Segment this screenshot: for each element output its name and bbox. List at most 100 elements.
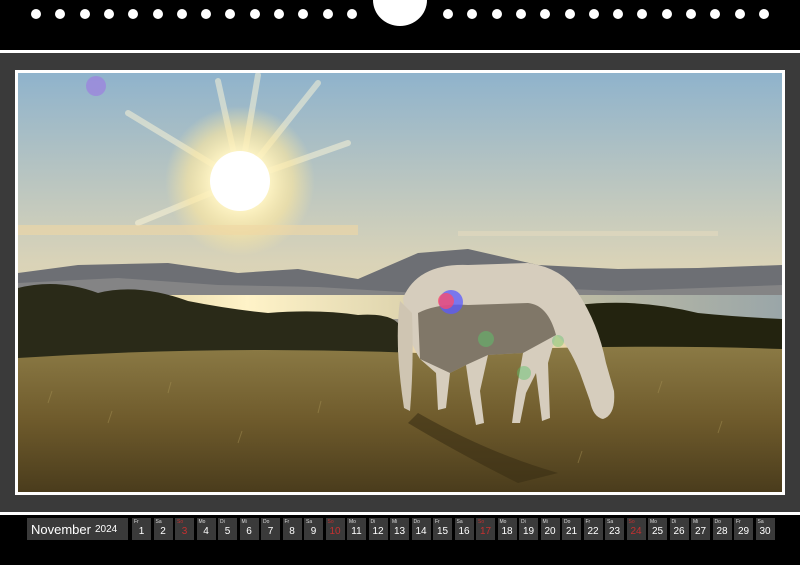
photo-frame: [15, 70, 785, 495]
weekday-label: Mo: [198, 519, 206, 525]
day-cell: Sa 16: [454, 518, 474, 540]
weekday-label: Di: [671, 519, 677, 525]
weekday-label: Mo: [499, 519, 507, 525]
day-number: 27: [694, 526, 707, 537]
weekday-label: Sa: [607, 519, 614, 525]
day-number: 20: [544, 526, 556, 537]
day-number: 1: [138, 526, 145, 537]
day-cell: So 3: [175, 518, 194, 540]
binding-hole: [322, 9, 333, 19]
weekday-label: So: [628, 519, 635, 525]
day-number: 4: [203, 526, 209, 537]
weekday-label: So: [177, 519, 184, 525]
binding-hole: [55, 9, 66, 19]
binding-hole: [176, 9, 187, 19]
day-cell: Do 14: [411, 518, 431, 540]
day-number: 30: [759, 526, 771, 537]
month-label: November 2024: [27, 518, 128, 540]
day-number: 10: [329, 526, 341, 537]
binding-hole: [128, 9, 139, 19]
day-cell: Mo 18: [497, 518, 517, 540]
weekday-label: Mo: [650, 519, 657, 525]
day-cell: Do 28: [712, 518, 732, 540]
weekday-label: Mo: [349, 519, 356, 525]
weekday-label: Do: [564, 519, 571, 525]
weekday-label: Sa: [757, 519, 764, 525]
day-cell: Do 7: [261, 518, 280, 540]
day-number: 28: [716, 526, 728, 537]
weekday-label: Do: [263, 519, 270, 525]
day-number: 23: [608, 526, 621, 537]
day-cell: So 17: [476, 518, 495, 540]
day-cell: Di 12: [368, 518, 388, 540]
weekday-label: Fr: [284, 519, 290, 525]
calendar-strip: November 2024 Fr 1 Sa 2 So 3 Mo 4 Di 5 Mi 6 Do 7 Fr 8 Sa…: [0, 515, 800, 565]
day-number: 19: [522, 526, 535, 537]
day-number: 9: [310, 526, 317, 537]
binding-hole: [31, 9, 41, 19]
day-number: 13: [393, 526, 406, 537]
day-number: 21: [565, 526, 578, 537]
binding-hole: [249, 9, 260, 19]
binding-hole: [467, 9, 478, 19]
binding-hole: [540, 9, 551, 19]
day-number: 17: [479, 526, 492, 537]
weekday-label: Mi: [241, 519, 247, 525]
binding-hole: [225, 9, 236, 19]
weekday-label: Fr: [736, 519, 741, 525]
day-number: 7: [267, 526, 274, 537]
day-cell: Mi 27: [691, 518, 710, 540]
landscape-illustration: [18, 73, 782, 492]
binding-hole: [710, 9, 721, 19]
binding-hole: [79, 9, 90, 19]
day-cell: Mo 25: [648, 518, 667, 540]
month-name: November: [31, 521, 91, 537]
day-cell: Fr 1: [132, 518, 151, 540]
day-number: 5: [224, 526, 231, 537]
day-cell: Sa 9: [304, 518, 323, 540]
weekday-label: So: [478, 519, 485, 525]
binding-strip: [0, 0, 800, 50]
weekday-label: Fr: [435, 519, 440, 525]
day-cell: Do 21: [562, 518, 581, 540]
weekday-label: Mi: [693, 519, 699, 525]
binding-hole: [346, 9, 357, 19]
weekday-label: Di: [521, 519, 526, 525]
day-number: 18: [501, 526, 513, 537]
day-cell: Fr 15: [433, 518, 452, 540]
weekday-label: Di: [370, 519, 376, 525]
day-number: 16: [458, 526, 470, 537]
day-cell: Di 19: [519, 518, 538, 540]
weekday-label: So: [327, 519, 334, 525]
month-year: 2024: [94, 523, 118, 535]
day-cell: Di 26: [669, 518, 689, 540]
binding-hole: [298, 9, 309, 19]
photo-grazing-horse-sunrise: [18, 73, 782, 492]
binding-hole: [686, 9, 696, 19]
binding-hole: [103, 9, 114, 19]
binding-hole: [491, 9, 502, 19]
weekday-label: Do: [714, 519, 721, 525]
hanger-hole: [373, 0, 427, 26]
binding-hole: [588, 9, 599, 19]
binding-hole: [758, 9, 769, 19]
day-number: 8: [289, 526, 295, 537]
day-number: 26: [673, 526, 685, 537]
binding-hole: [152, 9, 163, 19]
binding-hole: [734, 9, 745, 19]
weekday-label: Sa: [306, 519, 313, 525]
day-cell: Fr 29: [734, 518, 753, 540]
day-cell: Mo 4: [196, 518, 216, 540]
day-cell: So 10: [325, 518, 345, 540]
day-number: 14: [415, 526, 427, 537]
weekday-label: Do: [413, 519, 420, 525]
day-number: 6: [246, 526, 252, 537]
day-cell: Mi 13: [390, 518, 409, 540]
binding-hole: [613, 9, 624, 19]
day-cell: Mi 6: [239, 518, 259, 540]
day-cell: Mo 11: [347, 518, 366, 540]
day-cell: Sa 23: [605, 518, 624, 540]
day-cell: So 24: [626, 518, 646, 540]
weekday-label: Mi: [542, 519, 548, 525]
day-cell: Mi 20: [540, 518, 560, 540]
